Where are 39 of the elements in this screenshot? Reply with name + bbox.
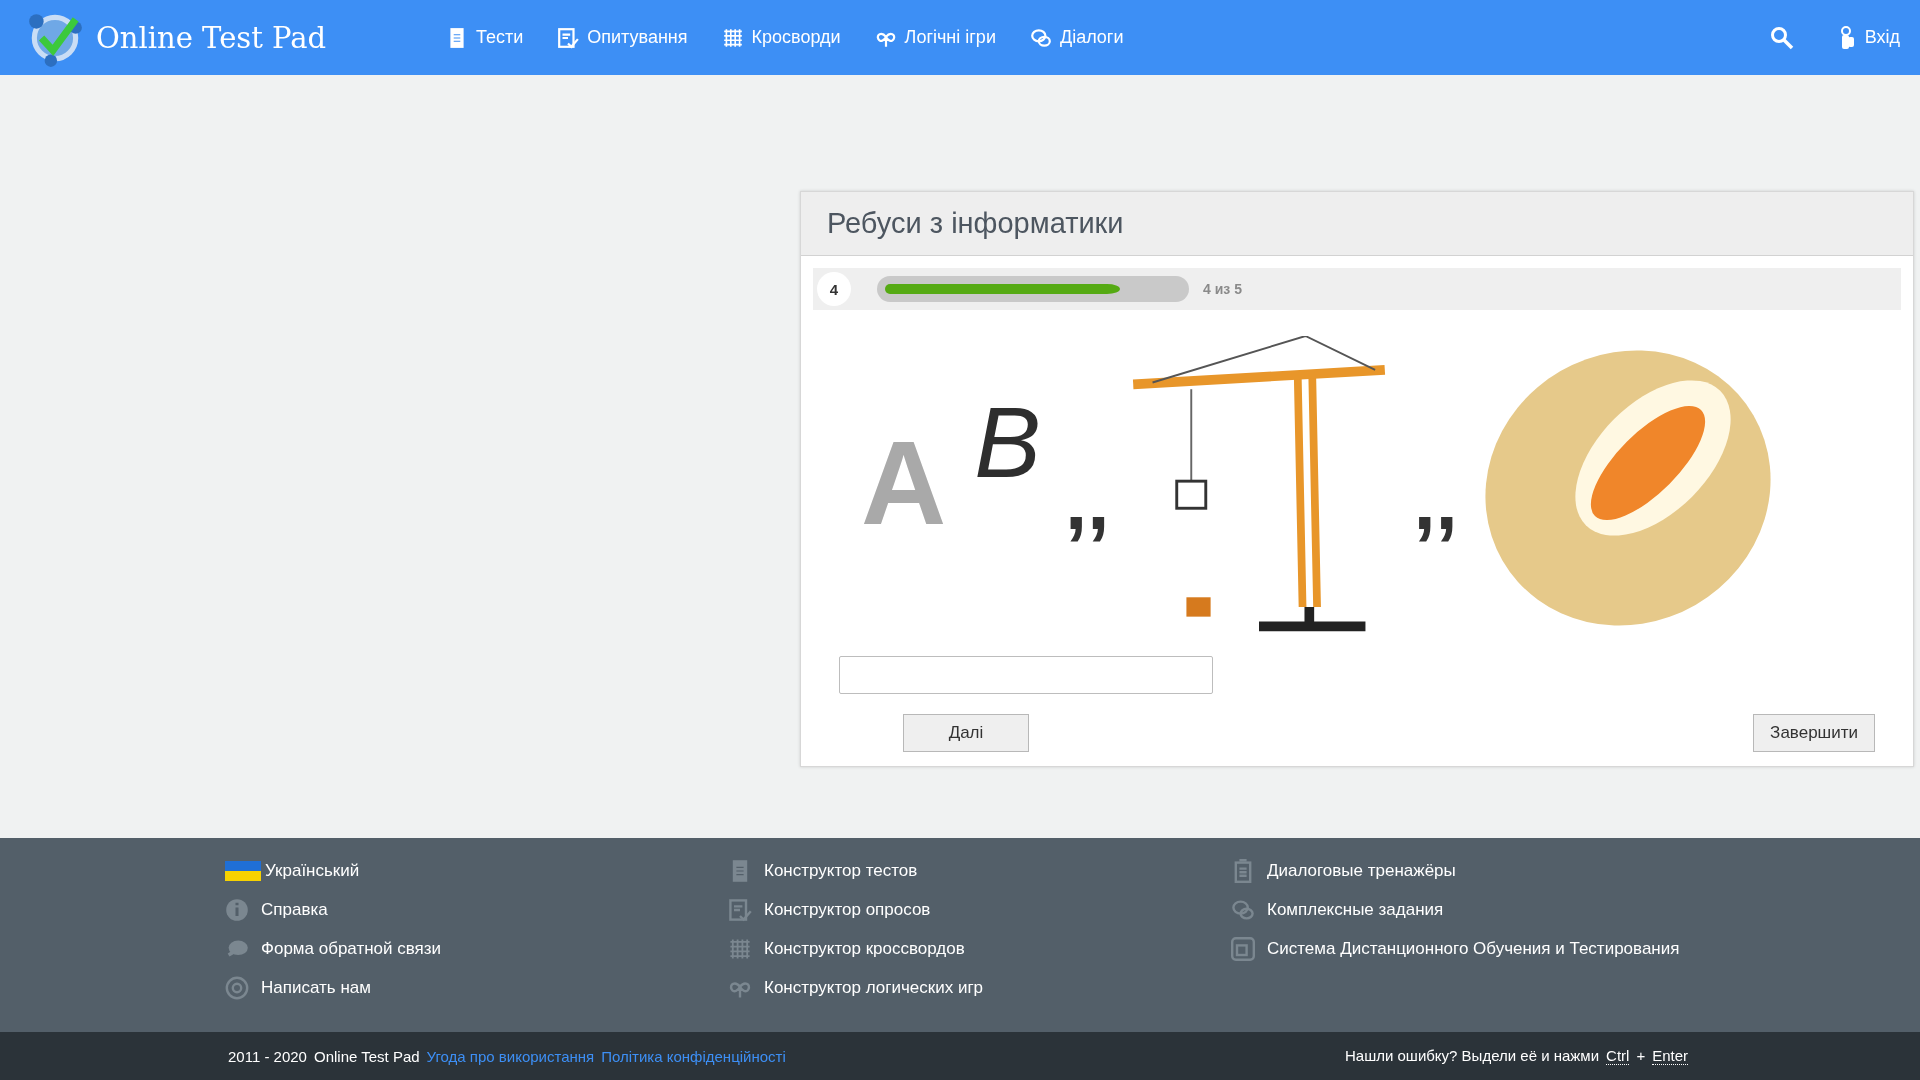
progress-reading: 4 из 5 <box>1203 281 1242 297</box>
policy-link[interactable]: Угода про використання <box>426 1047 595 1065</box>
checklist-icon <box>728 898 752 922</box>
answer-field[interactable] <box>839 656 1213 694</box>
question-number: 4 <box>817 272 851 306</box>
footer-link[interactable]: Конструктор кроссвордов <box>728 936 1231 962</box>
footer-link[interactable]: Конструктор опросов <box>728 897 1231 923</box>
footer-link[interactable]: Конструктор логических игр <box>728 975 1231 1001</box>
rebus-commas: ,, <box>1064 462 1110 542</box>
key-hint: Ctrl <box>1606 1047 1630 1065</box>
footer-link[interactable]: Комплексные задания <box>1231 897 1734 923</box>
info-icon <box>225 898 249 922</box>
copyright-years: 2011 - 2020 <box>228 1047 307 1065</box>
footer-link[interactable]: Диалоговые тренажёры <box>1231 858 1734 884</box>
speech-bubbles-icon <box>1231 898 1255 922</box>
rebus-letter: A <box>861 424 947 542</box>
quiz-title: Ребуси з інформатики <box>827 207 1124 240</box>
plus-sign: + <box>1636 1047 1646 1065</box>
rebus-commas: ,, <box>1413 462 1458 542</box>
search-icon[interactable] <box>1769 25 1794 50</box>
error-report-text: Нашли ошибку? Выдели её и нажми <box>1345 1047 1600 1065</box>
grid-icon <box>728 937 752 961</box>
grid-icon <box>721 26 744 49</box>
footer-link[interactable]: Система Дистанционного Обучения и Тестирования <box>1231 936 1734 962</box>
footer-link[interactable]: Український <box>225 858 728 884</box>
footer-link[interactable]: Написать нам <box>225 975 728 1001</box>
checklist-icon <box>557 26 580 49</box>
footer-link[interactable]: Справка <box>225 897 728 923</box>
flag-icon <box>225 861 261 881</box>
key-hint: Enter <box>1652 1047 1688 1065</box>
next-button[interactable]: Далі <box>903 714 1029 752</box>
policy-link[interactable]: Політика конфіденційності <box>601 1047 786 1065</box>
footer-link[interactable]: Форма обратной связи <box>225 936 728 962</box>
copyright-brand: Online Test Pad <box>313 1047 420 1065</box>
squares-icon <box>1231 937 1255 961</box>
finish-button[interactable]: Завершити <box>1753 714 1875 752</box>
speech-bubbles-icon <box>1029 26 1052 49</box>
rebus-letter: B <box>974 392 1041 492</box>
footer-link[interactable]: Конструктор тестов <box>728 858 1231 884</box>
